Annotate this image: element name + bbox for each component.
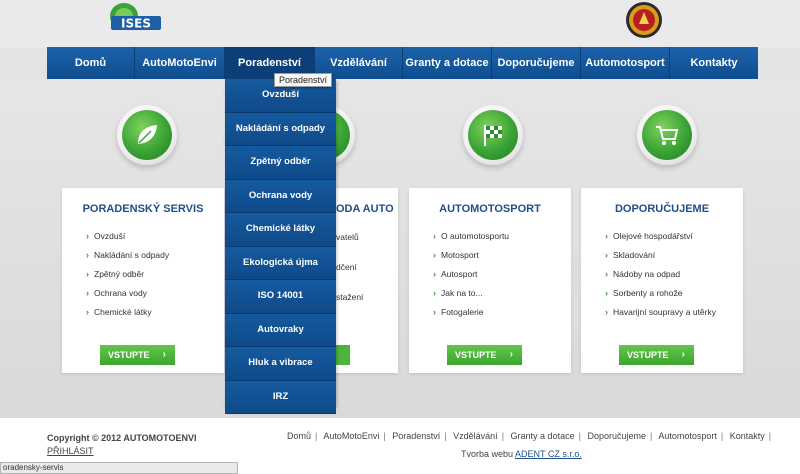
card-list-item[interactable]: › Motosport [433, 249, 509, 268]
vstupte-button[interactable]: VSTUPTE › [100, 345, 175, 365]
dropdown-item-chemicke-latky[interactable]: Chemické látky [225, 213, 336, 247]
leaf-icon[interactable] [117, 105, 177, 165]
card-title: DOPORUČUJEME [614, 203, 710, 215]
card-list-item[interactable]: › Jak na to... [433, 287, 509, 306]
nav-item-domu[interactable]: Domů [47, 47, 135, 79]
vstupte-button-partial[interactable] [336, 345, 350, 365]
card-list-item[interactable]: › Zpětný odběr [86, 268, 169, 287]
nav-tooltip: Poradenství [274, 73, 333, 87]
dropdown-item-odpady[interactable]: Nakládání s odpady [225, 112, 336, 146]
footer-link[interactable]: Granty a dotace [511, 431, 575, 441]
nav-item-automotosport[interactable]: Automotosport [581, 47, 670, 79]
chevron-right-icon: › [433, 288, 436, 298]
chevron-right-icon: › [162, 349, 166, 360]
card-list-item[interactable]: › Havarijní soupravy a utěrky [605, 306, 716, 325]
dropdown-item-iso[interactable]: ISO 14001 [225, 280, 336, 314]
card-list-item[interactable]: dčení [336, 262, 357, 272]
nav-item-granty[interactable]: Granty a dotace [403, 47, 492, 79]
nav-item-doporucujeme[interactable]: Doporučujeme [492, 47, 581, 79]
chevron-right-icon: › [86, 307, 89, 317]
poradenstvi-dropdown-menu: Ovzduší Nakládání s odpady Zpětný odběr … [225, 79, 336, 414]
card-list-item[interactable]: › Nádoby na odpad [605, 268, 716, 287]
main-navigation: Domů AutoMotoEnvi Poradenství Vzdělávání… [47, 47, 758, 79]
card-list-item[interactable]: › Skladování [605, 249, 716, 268]
card-poradensky-servis: PORADENSKÝ SERVIS › Ovzduší › Nakládání s … [62, 188, 224, 373]
footer-navigation: Domů | AutoMotoEnvi | Poradenství | Vzděláv… [287, 431, 772, 441]
chevron-right-icon: › [605, 231, 608, 241]
card-list-item[interactable]: › Ovzduší [86, 230, 169, 249]
card-list-item[interactable]: › Fotogalerie [433, 306, 509, 325]
card-list-item[interactable]: › Ochrana vody [86, 287, 169, 306]
vstupte-button[interactable]: VSTUPTE › [619, 345, 694, 365]
footer-link[interactable]: Kontakty [730, 431, 765, 441]
dropdown-item-irz[interactable]: IRZ [225, 380, 336, 414]
chevron-right-icon: › [681, 349, 685, 360]
card-list-item[interactable]: › Sorbenty a rohože [605, 287, 716, 306]
dropdown-item-ekologicka-ujma[interactable]: Ekologická újma [225, 246, 336, 280]
nav-item-automotoenvi[interactable]: AutoMotoEnvi [135, 47, 225, 79]
card-doporucujeme: DOPORUČUJEME › Olejové hospodářství › Skla… [581, 188, 743, 373]
site-logo[interactable]: ISES [107, 2, 163, 36]
credit-text: Tvorba webu ADENT CZ s.r.o. [461, 449, 582, 459]
chevron-right-icon: › [509, 349, 513, 360]
card-list-item[interactable]: › O automotosportu [433, 230, 509, 249]
chevron-right-icon: › [605, 250, 608, 260]
chevron-right-icon: › [86, 231, 89, 241]
footer-link[interactable]: Poradenství [392, 431, 440, 441]
chevron-right-icon: › [86, 269, 89, 279]
card-list-item[interactable]: vatelů [336, 232, 359, 242]
chevron-right-icon: › [433, 269, 436, 279]
dropdown-item-ochrana-vody[interactable]: Ochrana vody [225, 179, 336, 213]
card-list-item[interactable]: › Nakládání s odpady [86, 249, 169, 268]
footer-link[interactable]: Automotosport [658, 431, 717, 441]
svg-text:ISES: ISES [121, 17, 151, 31]
chevron-right-icon: › [605, 269, 608, 279]
chevron-right-icon: › [86, 288, 89, 298]
dropdown-item-hluk[interactable]: Hluk a vibrace [225, 347, 336, 381]
card-list-item[interactable]: › Chemické látky [86, 306, 169, 325]
card-automotosport: AUTOMOTOSPORT › O automotosportu › Motospo… [409, 188, 571, 373]
chevron-right-icon: › [433, 250, 436, 260]
login-link[interactable]: PŘIHLÁSIT [47, 446, 94, 456]
card-list-item[interactable]: stažení [336, 292, 363, 302]
nav-item-kontakty[interactable]: Kontakty [670, 47, 758, 79]
credit-link[interactable]: ADENT CZ s.r.o. [515, 449, 582, 459]
footer-link[interactable]: Doporučujeme [587, 431, 646, 441]
card-list-item[interactable]: › Olejové hospodářství [605, 230, 716, 249]
chevron-right-icon: › [86, 250, 89, 260]
card-list-item[interactable]: › Autosport [433, 268, 509, 287]
card-title: AUTOMOTOSPORT [439, 203, 541, 215]
footer-link[interactable]: Domů [287, 431, 311, 441]
browser-status-bar: oradensky-servis [0, 462, 238, 474]
racing-flag-icon[interactable] [463, 105, 523, 165]
chevron-right-icon: › [605, 307, 608, 317]
chevron-right-icon: › [433, 231, 436, 241]
footer-link[interactable]: Vzdělávání [453, 431, 498, 441]
dropdown-item-autovraky[interactable]: Autovraky [225, 313, 336, 347]
shopping-cart-icon[interactable] [637, 105, 697, 165]
footer-link[interactable]: AutoMotoEnvi [323, 431, 379, 441]
chevron-right-icon: › [433, 307, 436, 317]
chevron-right-icon: › [605, 288, 608, 298]
certification-badge-icon [624, 0, 664, 40]
vstupte-button[interactable]: VSTUPTE › [447, 345, 522, 365]
card-title-partial: ODA AUTO [336, 203, 394, 215]
dropdown-item-zpetny-odber[interactable]: Zpětný odběr [225, 146, 336, 180]
card-title: PORADENSKÝ SERVIS [82, 203, 204, 215]
copyright-text: Copyright © 2012 AUTOMOTOENVI [47, 433, 197, 443]
